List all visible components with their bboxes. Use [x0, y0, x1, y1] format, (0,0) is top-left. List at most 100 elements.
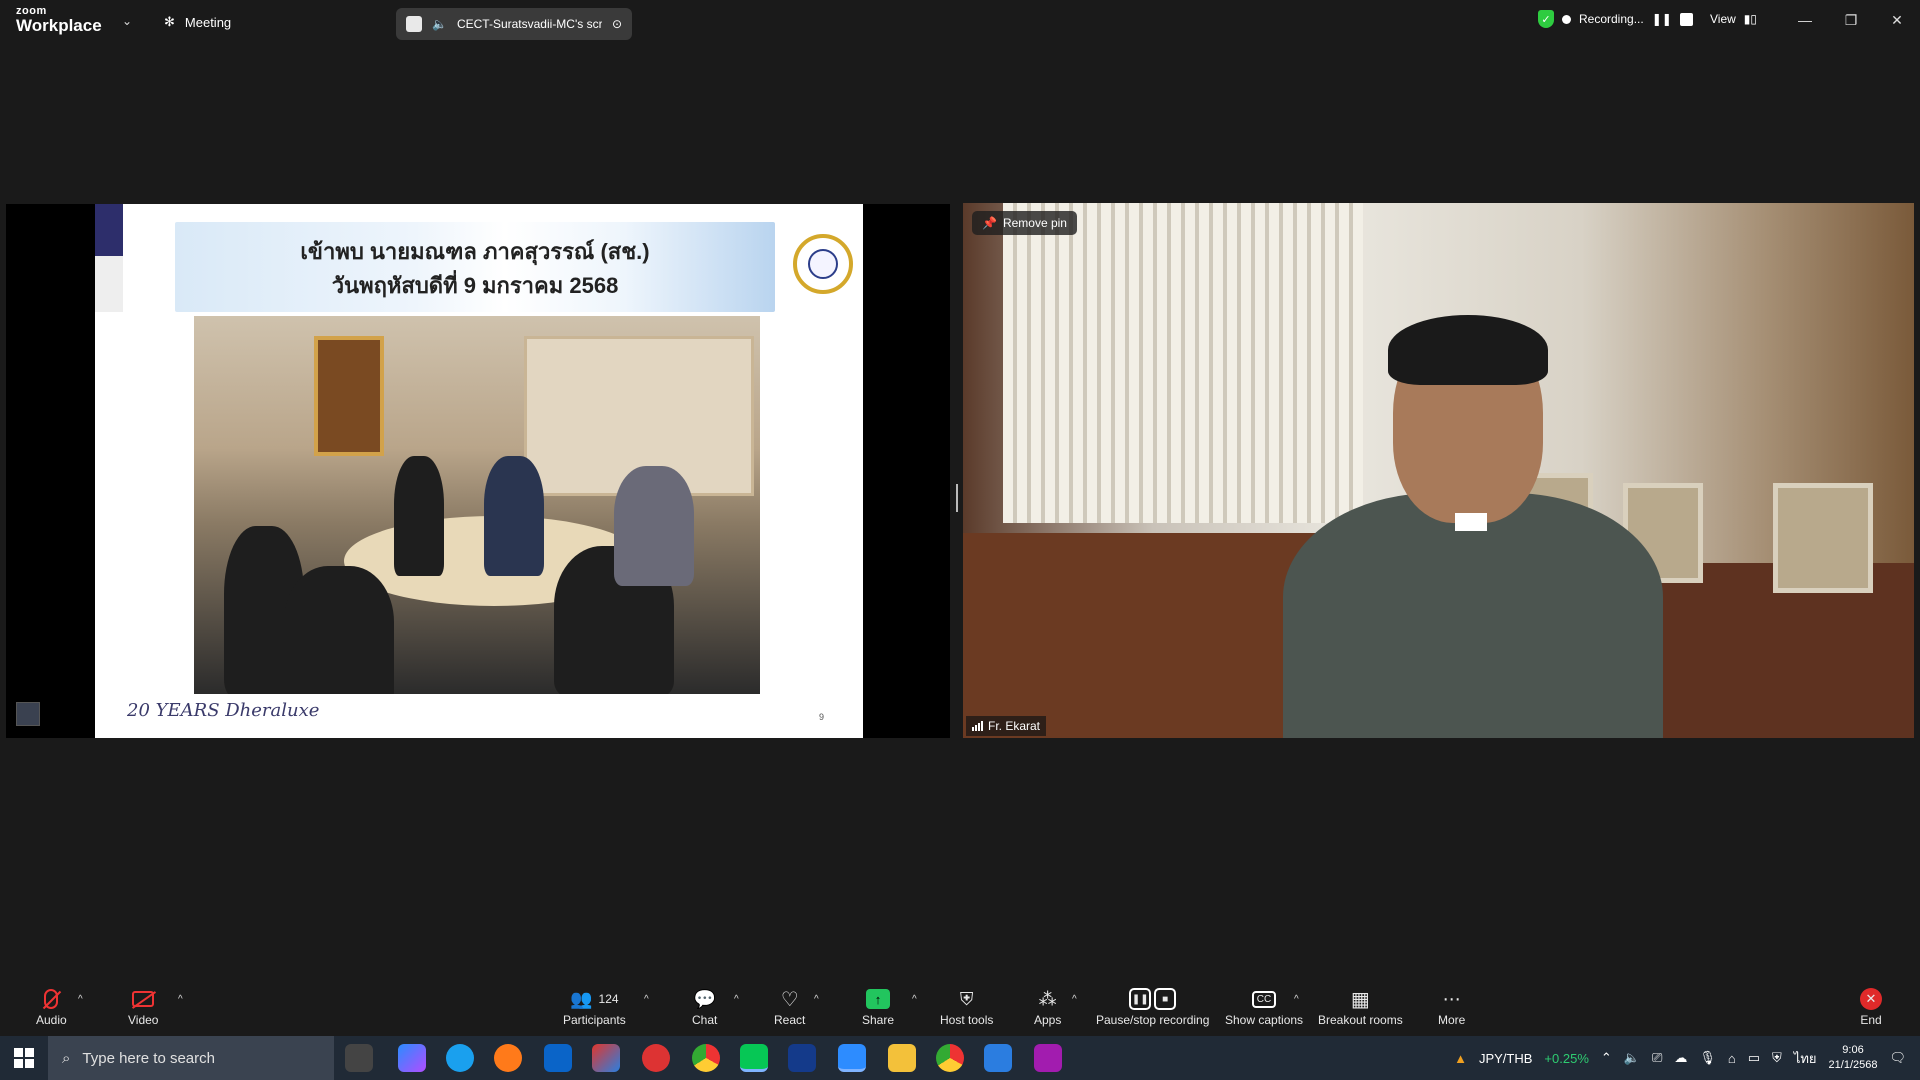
react-options-caret[interactable]: ^: [814, 994, 819, 1005]
photos-icon[interactable]: [984, 1044, 1012, 1072]
chat-button[interactable]: 💬 Chat: [692, 988, 717, 1028]
stop-recording-icon[interactable]: [1679, 12, 1693, 26]
minimize-icon[interactable]: —: [1782, 0, 1828, 40]
react-button[interactable]: ♡ React: [774, 988, 805, 1028]
participant-collar: [1455, 513, 1487, 531]
share-label: Share: [862, 1013, 895, 1027]
meeting-label: Meeting: [184, 14, 232, 30]
outlook-icon[interactable]: [544, 1044, 572, 1072]
clock[interactable]: 9:06 21/1/2568: [1829, 1043, 1878, 1073]
chrome-icon[interactable]: [692, 1044, 720, 1072]
system-tray: ▲ JPY/THB +0.25% ⌃ 🔈 ⎚ ☁ 🎙 ⌂ ▭ ⛨ ไทย 9:0…: [1454, 1036, 1920, 1080]
recording-dot-icon: [1562, 14, 1571, 24]
more-icon: ⋯: [1442, 988, 1461, 1009]
heart-icon: ♡: [780, 988, 799, 1011]
chevron-down-icon[interactable]: ⌄: [122, 14, 132, 28]
share-button[interactable]: ↑ Share: [862, 988, 894, 1027]
audio-options-caret[interactable]: ^: [78, 994, 83, 1005]
participant-hair: [1388, 315, 1548, 385]
view-menu[interactable]: View ▮▯: [1710, 12, 1757, 26]
end-button[interactable]: ✕ End: [1860, 988, 1882, 1027]
firefox-icon[interactable]: [494, 1044, 522, 1072]
screen-share-indicator[interactable]: 🔈 CECT-Suratsvadii-MC's scre ⊙: [396, 8, 632, 40]
slide-page-number: 9: [819, 712, 825, 722]
captions-options-caret[interactable]: ^: [1294, 994, 1299, 1005]
apps-label: Apps: [1034, 1013, 1062, 1027]
photo-person: [394, 456, 444, 576]
pause-stop-label: Pause/stop recording: [1096, 1013, 1210, 1027]
end-label: End: [1860, 1013, 1882, 1027]
windows-start-icon[interactable]: [14, 1048, 34, 1068]
more-options-icon[interactable]: ⊙: [612, 17, 622, 31]
file-explorer-icon[interactable]: [888, 1044, 916, 1072]
participants-icon: 👥: [570, 988, 593, 1009]
microphone-icon[interactable]: 🎙: [1699, 1050, 1716, 1066]
onedrive-icon[interactable]: ☁: [1674, 1050, 1687, 1066]
breakout-label: Breakout rooms: [1318, 1013, 1403, 1027]
meeting-menu[interactable]: ✻ Meeting: [164, 14, 231, 30]
breakout-rooms-button[interactable]: ▦ Breakout rooms: [1318, 988, 1403, 1028]
video-off-icon: [132, 991, 155, 1007]
pin-icon: 📌: [982, 216, 997, 230]
slide-subtitle: วันพฤหัสบดีที่ 9 มกราคม 2568: [331, 273, 619, 298]
captions-label: Show captions: [1225, 1013, 1304, 1027]
edge-icon[interactable]: [446, 1044, 474, 1072]
line-icon[interactable]: [740, 1044, 768, 1072]
recording-indicator: ✓ Recording... ❚❚: [1538, 10, 1693, 28]
zoom-logo: zoom Workplace: [16, 6, 102, 35]
zoom-icon[interactable]: [838, 1044, 866, 1072]
app-icon[interactable]: [1034, 1044, 1062, 1072]
video-button[interactable]: Video: [128, 988, 158, 1027]
m365-icon[interactable]: [592, 1044, 620, 1072]
apps-options-caret[interactable]: ^: [1072, 994, 1077, 1005]
security-shield-icon[interactable]: ✓: [1538, 10, 1554, 28]
apps-button[interactable]: ⁂ Apps: [1034, 988, 1062, 1028]
pause-recording-icon[interactable]: ❚❚: [1652, 12, 1672, 26]
share-options-caret[interactable]: ^: [912, 994, 917, 1005]
participant-video[interactable]: [963, 203, 1914, 738]
restore-icon[interactable]: ❐: [1828, 0, 1874, 40]
video-options-caret[interactable]: ^: [178, 994, 183, 1005]
meeting-icon: ✻: [164, 14, 175, 29]
network-icon[interactable]: ⌂: [1728, 1051, 1736, 1066]
copilot-icon[interactable]: [398, 1044, 426, 1072]
signal-strength-icon: [972, 721, 983, 731]
organization-seal-logo: [793, 234, 853, 294]
chrome-profile-icon[interactable]: [936, 1044, 964, 1072]
window-controls: — ❐ ✕: [1782, 0, 1920, 40]
app-icon: [406, 16, 422, 32]
speaker-icon[interactable]: 🔈: [432, 17, 447, 31]
task-view-icon[interactable]: [345, 1044, 373, 1072]
language-indicator[interactable]: ไทย: [1794, 1048, 1817, 1069]
search-placeholder: Type here to search: [82, 1049, 215, 1067]
taskbar-search[interactable]: ⌕ Type here to search: [48, 1036, 334, 1080]
audio-button[interactable]: Audio: [36, 988, 67, 1027]
notifications-icon[interactable]: 🗨: [1889, 1050, 1906, 1066]
ticker-pair[interactable]: JPY/THB: [1479, 1051, 1532, 1066]
slide-footer-logo: 20 YEARS Dheraluxe: [127, 700, 320, 721]
participants-options-caret[interactable]: ^: [644, 994, 649, 1005]
more-button[interactable]: ⋯ More: [1438, 988, 1465, 1028]
view-label: View: [1710, 12, 1736, 26]
end-icon: ✕: [1860, 988, 1882, 1010]
share-thumbnail[interactable]: [16, 702, 40, 726]
meeting-photo: [194, 316, 760, 694]
panel-resize-handle[interactable]: [956, 484, 958, 512]
shield-tray-icon[interactable]: ⛨: [1772, 1050, 1782, 1066]
chat-options-caret[interactable]: ^: [734, 994, 739, 1005]
close-icon[interactable]: ✕: [1874, 0, 1920, 40]
volume-icon[interactable]: 🔈: [1624, 1050, 1640, 1066]
webex-icon[interactable]: [788, 1044, 816, 1072]
show-captions-button[interactable]: CC Show captions: [1225, 988, 1303, 1027]
app-icon[interactable]: [642, 1044, 670, 1072]
monitor-icon[interactable]: ▭: [1748, 1050, 1760, 1066]
photo-person: [614, 466, 694, 586]
host-tools-label: Host tools: [940, 1013, 994, 1027]
display-icon[interactable]: ⎚: [1652, 1050, 1662, 1066]
host-tools-button[interactable]: ⛨ Host tools: [940, 988, 994, 1028]
pause-stop-recording-button[interactable]: ❚❚ ■ Pause/stop recording: [1096, 988, 1209, 1027]
participants-button[interactable]: 👥 124 Participants: [563, 988, 626, 1028]
chevron-up-icon[interactable]: ⌃: [1601, 1050, 1612, 1066]
remove-pin-button[interactable]: 📌 Remove pin: [972, 211, 1077, 235]
shared-screen[interactable]: เข้าพบ นายมณฑล ภาคสุวรรณ์ (สช.) วันพฤหัส…: [6, 204, 950, 738]
